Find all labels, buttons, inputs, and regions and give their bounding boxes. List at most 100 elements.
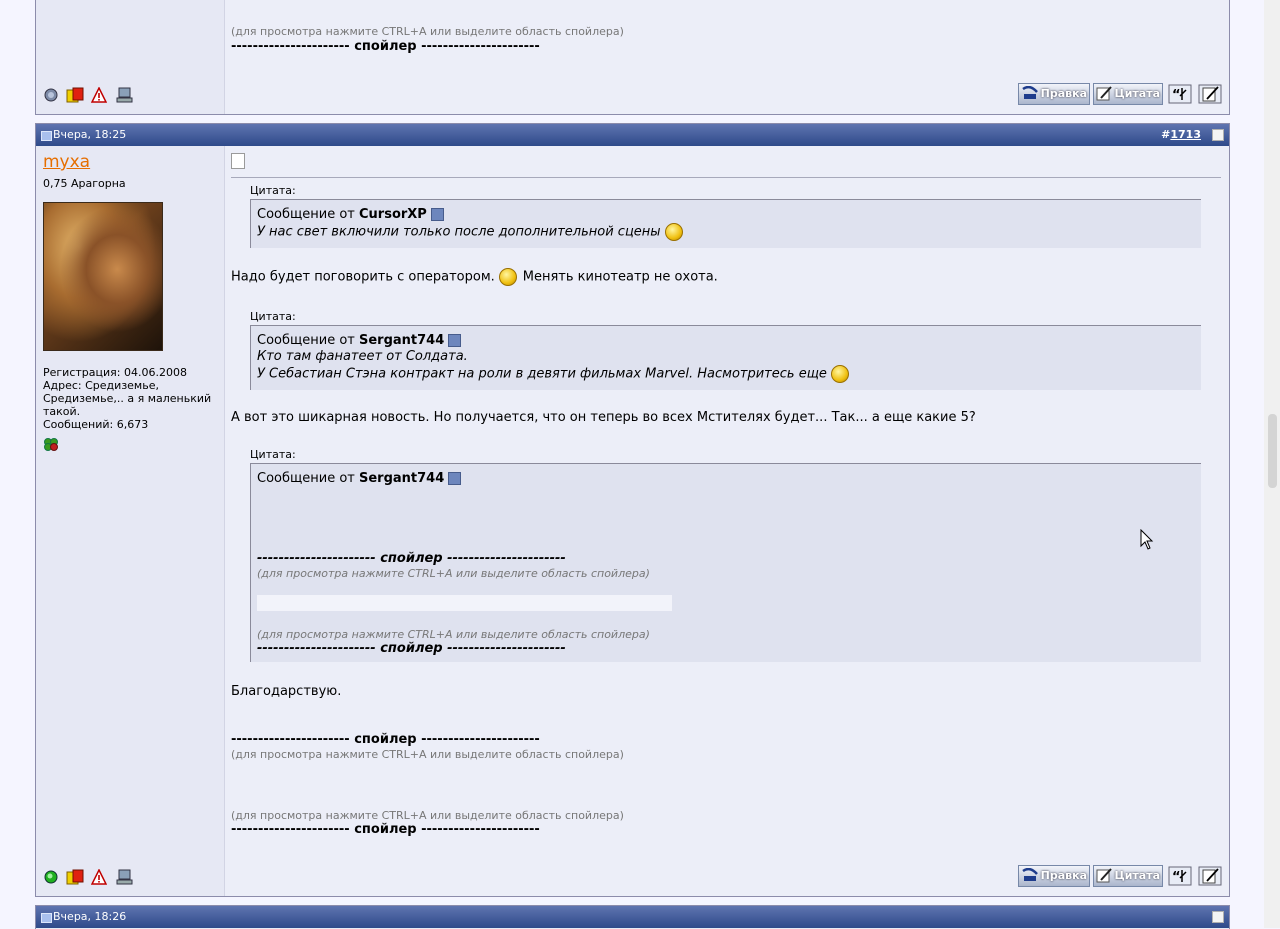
- post-date-icon: [41, 913, 52, 923]
- message-text-1: Надо будет поговорить с оператором. Менят…: [231, 268, 718, 286]
- user-address: Адрес: Средиземье, Средиземье,.. а я мал…: [43, 379, 212, 418]
- spoiler-hint: (для просмотра нажмите CTRL+A или выдели…: [257, 567, 650, 580]
- quote-author-line: Сообщение от Sergant744: [257, 333, 462, 348]
- quote-author: Sergant744: [359, 471, 445, 486]
- previous-post: (для просмотра нажмите CTRL+A или выдели…: [35, 0, 1230, 115]
- quote-box-3: Сообщение от Sergant744 ----------------…: [250, 463, 1201, 662]
- quote-from-prefix: Сообщение от: [257, 471, 355, 486]
- computer-icon[interactable]: [116, 87, 133, 103]
- message-column: Цитата: Сообщение от CursorXP У нас свет…: [225, 146, 1229, 896]
- post-select-checkbox[interactable]: [1212, 129, 1224, 141]
- quote-icon: [1096, 86, 1114, 101]
- grin-smiley-icon: [830, 365, 849, 383]
- next-post-header: Вчера, 18:26: [36, 906, 1229, 928]
- edit-button-label: Правка: [1040, 869, 1087, 882]
- view-post-arrow-icon[interactable]: [448, 472, 462, 485]
- message-text-1b: Менять кинотеатр не охота.: [522, 269, 718, 285]
- post-title-divider: [231, 177, 1221, 178]
- message-text-2: А вот это шикарная новость. Но получаетс…: [231, 410, 976, 425]
- svg-text:“: “: [1172, 88, 1181, 103]
- multi-quote-icon[interactable]: “: [1168, 866, 1192, 886]
- quote-button[interactable]: Цитата: [1093, 865, 1163, 887]
- view-post-arrow-icon[interactable]: [448, 334, 462, 347]
- quick-reply-icon[interactable]: [1198, 84, 1222, 104]
- forum-page: (для просмотра нажмите CTRL+A или выдели…: [0, 0, 1280, 929]
- quote-text-line-1: Кто там фанатеет от Солдата.: [257, 349, 468, 364]
- edit-icon: [1021, 867, 1039, 883]
- post-date-icon: [41, 131, 52, 141]
- svg-text:“: “: [1172, 870, 1181, 885]
- spoiler-hidden-content[interactable]: [257, 595, 672, 611]
- spoiler-hint: (для просмотра нажмите CTRL+A или выдели…: [231, 25, 624, 38]
- quote-author-line: Сообщение от Sergant744: [257, 471, 462, 486]
- quote-button-label: Цитата: [1114, 87, 1160, 100]
- user-title: 0,75 Арагорна: [43, 177, 126, 190]
- offline-status-icon: [43, 87, 59, 103]
- mouse-cursor-icon: [1140, 529, 1154, 550]
- quote-label: Цитата:: [250, 310, 296, 323]
- post-select-checkbox[interactable]: [1212, 911, 1224, 923]
- quote-from-prefix: Сообщение от: [257, 333, 355, 348]
- post-icon: [231, 153, 245, 169]
- post-number-prefix: #: [1161, 128, 1171, 141]
- edit-icon: [1021, 85, 1039, 101]
- spoiler-hint: (для просмотра нажмите CTRL+A или выдели…: [231, 809, 624, 822]
- edit-button[interactable]: Правка: [1018, 83, 1090, 105]
- previous-message-column: (для просмотра нажмите CTRL+A или выдели…: [225, 0, 1229, 114]
- online-status-icon: [43, 869, 59, 885]
- quote-text: У нас свет включили только после дополни…: [257, 223, 683, 241]
- quote-author: Sergant744: [359, 333, 445, 348]
- user-message-count: Сообщений: 6,673: [43, 418, 149, 431]
- warning-icon[interactable]: [90, 868, 108, 885]
- spoiler-label[interactable]: ---------------------- спойлер ---------…: [231, 39, 540, 54]
- previous-post-buttons: Правка Цитата “: [1018, 83, 1223, 105]
- scrollbar-thumb[interactable]: [1268, 414, 1277, 488]
- quote-text-content: У Себастиан Стэна контракт на роли в дев…: [257, 366, 827, 382]
- spoiler-label[interactable]: ---------------------- спойлер ---------…: [257, 641, 566, 656]
- quote-text-line-2: У Себастиан Стэна контракт на роли в дев…: [257, 365, 849, 383]
- clover-icon: [43, 437, 59, 451]
- quote-author-line: Сообщение от CursorXP: [257, 207, 444, 222]
- quote-box-2: Сообщение от Sergant744 Кто там фанатеет…: [250, 325, 1201, 390]
- multi-quote-icon[interactable]: “: [1168, 84, 1192, 104]
- quote-from-prefix: Сообщение от: [257, 207, 355, 222]
- post-number-link[interactable]: 1713: [1170, 128, 1201, 141]
- post-1713: Вчера, 18:25 #1713 myxa 0,75 Арагорна Ре…: [35, 123, 1230, 897]
- quote-author: CursorXP: [359, 207, 427, 222]
- next-post: Вчера, 18:26: [35, 905, 1230, 929]
- spoiler-label[interactable]: ---------------------- спойлер ---------…: [257, 551, 566, 566]
- warning-icon[interactable]: [90, 86, 108, 103]
- report-card-icon[interactable]: [65, 87, 84, 103]
- quick-reply-icon[interactable]: [1198, 866, 1222, 886]
- edit-button[interactable]: Правка: [1018, 865, 1090, 887]
- message-text-3: Благодарствую.: [231, 684, 342, 699]
- user-column: myxa 0,75 Арагорна Регистрация: 04.06.20…: [36, 146, 225, 896]
- grin-smiley-icon: [664, 223, 683, 241]
- spoiler-label[interactable]: ---------------------- спойлер ---------…: [231, 822, 540, 837]
- quote-box-1: Сообщение от CursorXP У нас свет включил…: [250, 199, 1201, 248]
- previous-user-column: [36, 0, 225, 114]
- spoiler-label[interactable]: ---------------------- спойлер ---------…: [231, 732, 540, 747]
- computer-icon[interactable]: [116, 869, 133, 885]
- post-number: #1713: [1161, 124, 1201, 146]
- quote-text-content: У нас свет включили только после дополни…: [257, 224, 661, 240]
- report-card-icon[interactable]: [65, 869, 84, 885]
- quote-label: Цитата:: [250, 184, 296, 197]
- edit-button-label: Правка: [1040, 87, 1087, 100]
- post-buttons: Правка Цитата “: [1018, 865, 1223, 887]
- quote-label: Цитата:: [250, 448, 296, 461]
- avatar[interactable]: [43, 202, 163, 351]
- post-date: Вчера, 18:25: [53, 128, 127, 141]
- message-text-1a: Надо будет поговорить с оператором.: [231, 269, 495, 285]
- post-date: Вчера, 18:26: [53, 910, 127, 923]
- quote-button[interactable]: Цитата: [1093, 83, 1163, 105]
- user-registration: Регистрация: 04.06.2008: [43, 366, 187, 379]
- quote-button-label: Цитата: [1114, 869, 1160, 882]
- username-link[interactable]: myxa: [43, 152, 90, 172]
- post-header: Вчера, 18:25 #1713: [36, 124, 1229, 146]
- spoiler-hint: (для просмотра нажмите CTRL+A или выдели…: [257, 628, 650, 641]
- spoiler-hint: (для просмотра нажмите CTRL+A или выдели…: [231, 748, 624, 761]
- quote-icon: [1096, 868, 1114, 883]
- view-post-arrow-icon[interactable]: [430, 208, 444, 221]
- grin-smiley-icon: [498, 268, 517, 286]
